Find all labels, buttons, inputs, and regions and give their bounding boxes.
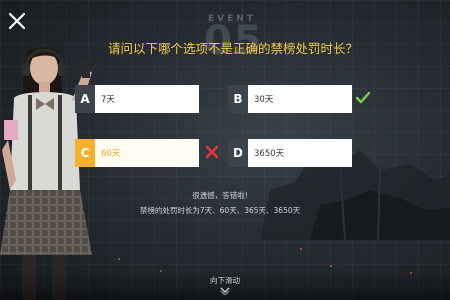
chevron-down-icon[interactable] xyxy=(220,287,230,295)
option-b[interactable]: B 30天 xyxy=(228,85,352,113)
option-text: 30天 xyxy=(254,95,274,105)
ember xyxy=(300,248,302,250)
option-text: 3650天 xyxy=(254,149,285,159)
option-a[interactable]: A 7天 xyxy=(75,85,199,113)
option-letter: A xyxy=(75,85,95,113)
answer-feedback: 很遗憾，答错啦! 禁榜的处罚时长为7天、60天、365天、3650天 xyxy=(100,188,340,218)
option-letter: B xyxy=(228,85,248,113)
feedback-explanation: 禁榜的处罚时长为7天、60天、365天、3650天 xyxy=(139,206,301,215)
scroll-hint[interactable]: 向下滑动 xyxy=(205,275,245,286)
check-icon xyxy=(355,91,371,104)
close-icon xyxy=(8,12,26,30)
cross-icon xyxy=(205,145,219,159)
close-button[interactable] xyxy=(7,11,27,31)
option-d[interactable]: D 3650天 xyxy=(228,139,352,167)
option-c[interactable]: C 60天 xyxy=(75,139,199,167)
option-text: 60天 xyxy=(101,149,121,159)
ember xyxy=(330,265,332,267)
option-letter: C xyxy=(75,139,95,167)
question-text: 请问以下哪个选项不是正确的禁榜处罚时长？ xyxy=(108,41,359,56)
option-text: 7天 xyxy=(101,95,115,105)
feedback-title: 很遗憾，答错啦! xyxy=(192,191,248,200)
ember xyxy=(118,258,120,260)
ruins-background xyxy=(260,150,450,240)
quiz-screen: EVENT 05 请问以下哪个选项不是正确的禁榜处罚时长？ A 7天 B 30天… xyxy=(0,0,450,300)
option-letter: D xyxy=(228,139,248,167)
